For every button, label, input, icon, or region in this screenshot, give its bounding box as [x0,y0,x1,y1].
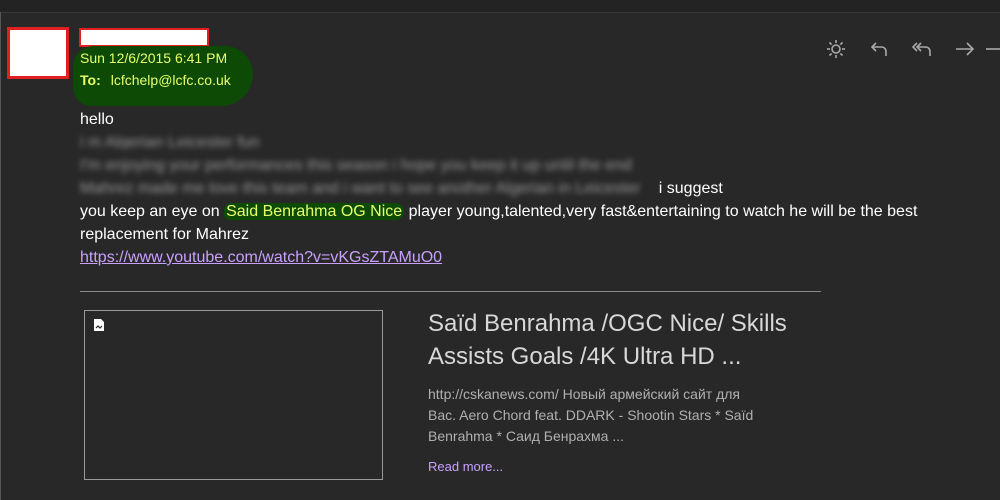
divider [80,291,821,292]
read-more-link[interactable]: Read more... [428,459,503,474]
sender-name-redacted[interactable] [79,28,209,47]
to-label: To: [80,72,101,88]
body-line: Mahrez made me love this team and i want… [80,177,1000,200]
reply-all-icon[interactable] [900,36,943,62]
broken-image-icon [94,319,104,331]
forward-icon[interactable] [943,36,986,62]
body-line: replacement for Mahrez [80,226,249,243]
body-line: hello [80,111,114,128]
body-line-blurred: I'm enjoying your performances this seas… [80,157,632,174]
body-line: you keep an eye on Said Benrahma OG Nice… [80,200,1000,223]
preview-description: http://cskanews.com/ Новый армейский сай… [428,384,818,447]
highlighted-player-name: Said Benrahma OG Nice [224,203,405,220]
youtube-link[interactable]: https://www.youtube.com/watch?v=vKGsZTAM… [80,249,442,266]
body-text: i suggest [658,180,723,197]
body-text: you keep an eye on [80,203,225,220]
sender-avatar-redacted[interactable] [7,27,69,79]
message-toolbar [814,36,1000,62]
body-line-blurred: i m Algerian Leicester fun [80,134,260,149]
body-line: https://www.youtube.com/watch?v=vKGsZTAM… [80,246,1000,269]
message-date: Sun 12/6/2015 6:41 PM [80,50,228,66]
recipient-address[interactable]: lcfchelp@lcfc.co.uk [111,72,231,88]
preview-desc-line: Bac. Aero Chord feat. DDARK - Shootin St… [428,407,754,423]
video-thumbnail[interactable] [84,310,383,480]
sun-icon[interactable] [814,36,857,62]
blurred-text: Mahrez made me love this team and i want… [80,180,641,197]
recipient-line: To: lcfchelp@lcfc.co.uk [80,72,231,88]
preview-title[interactable]: Saïd Benrahma /OGC Nice/ Skills Assists … [428,307,828,373]
more-icon[interactable] [986,36,1000,62]
preview-title-line: Assists Goals /4K Ultra HD ... [428,343,742,370]
body-text: player young,talented,very fast&entertai… [404,203,918,220]
message-body: hello i m Algerian Leicester fun I'm enj… [80,108,1000,269]
window-top-bar [0,0,1000,13]
preview-desc-line: http://cskanews.com/ Новый армейский сай… [428,386,740,402]
window-left-edge [0,12,1,500]
reply-icon[interactable] [857,36,900,62]
preview-desc-line: Benrahma * Саид Бенрахма ... [428,428,624,444]
preview-title-line: Saïd Benrahma /OGC Nice/ Skills [428,310,787,337]
